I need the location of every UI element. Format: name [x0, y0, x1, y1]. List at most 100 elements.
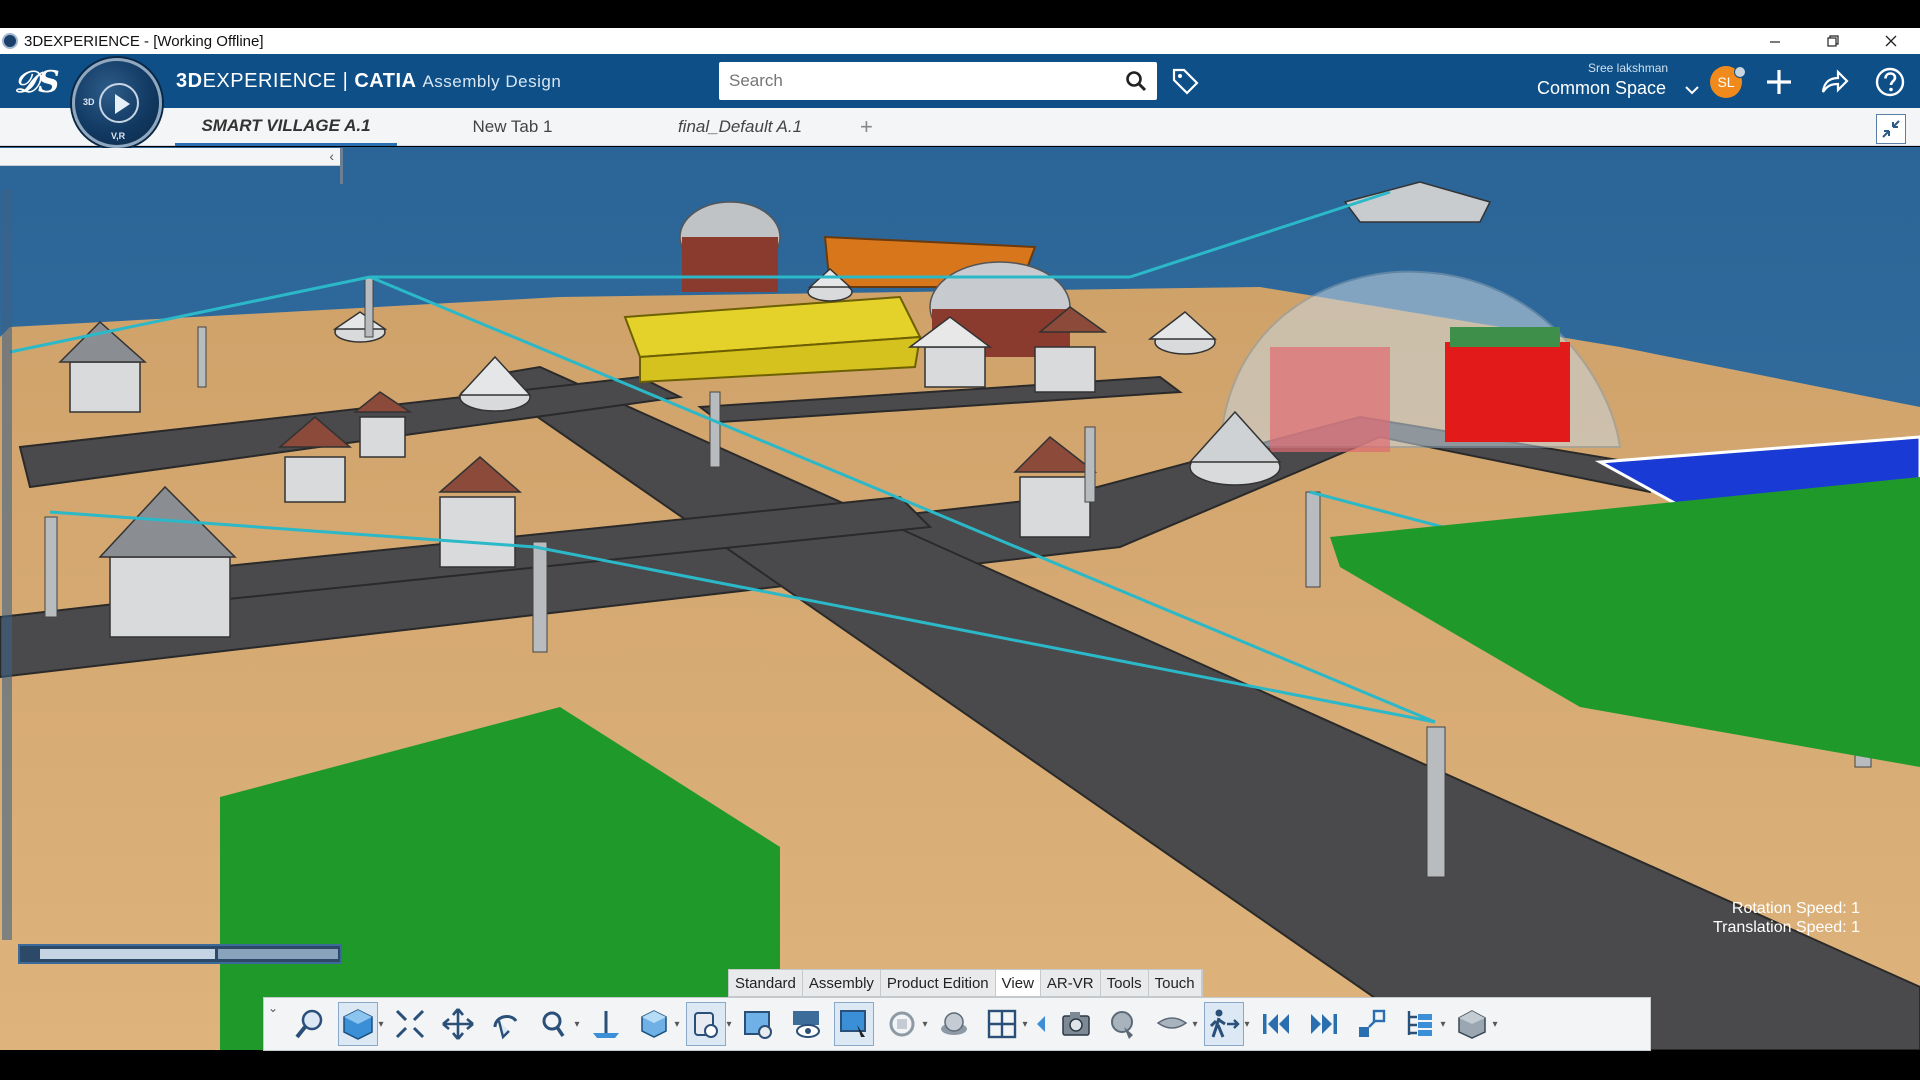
horizontal-scrollbar[interactable] [18, 944, 342, 964]
3dexperience-app-icon [2, 33, 18, 49]
view-mode-icon [744, 1011, 772, 1039]
last-frame-icon [1311, 1014, 1337, 1034]
dassault-logo-icon[interactable]: 𝒟S [14, 65, 60, 100]
section-view[interactable]: View [995, 970, 1041, 996]
tree-reorder-icon [1407, 1011, 1432, 1036]
ambient-occlusion-button[interactable] [882, 1002, 922, 1046]
brand-separator: | [336, 70, 355, 92]
zoom-button[interactable] [534, 1002, 574, 1046]
zoom-area-button[interactable] [290, 1002, 330, 1046]
catia-window: 3DEXPERIENCE - [Working Offline] 𝒟S 3DEX… [0, 0, 1920, 1080]
shading-button[interactable] [934, 1002, 974, 1046]
iso-view-icon [641, 1010, 667, 1038]
hide-show-button[interactable] [786, 1002, 826, 1046]
search-box[interactable] [719, 62, 1157, 100]
close-button[interactable] [1862, 28, 1920, 54]
multi-view-button[interactable] [982, 1002, 1022, 1046]
walk-icon [1209, 1009, 1240, 1038]
previous-icon [1037, 1016, 1045, 1032]
fullscreen-button[interactable] [1876, 114, 1906, 144]
search-icon[interactable] [1125, 70, 1147, 92]
view-cube-button[interactable] [338, 1002, 378, 1046]
capture-button[interactable] [1056, 1002, 1096, 1046]
tree-panel-header: ‹ [0, 148, 340, 166]
tab-final-default[interactable]: final_Default A.1 [650, 108, 830, 146]
view-mode-button[interactable] [738, 1002, 778, 1046]
scrollbar-track[interactable] [218, 949, 338, 959]
add-tab-icon[interactable]: + [860, 114, 873, 140]
pan-button[interactable] [438, 1002, 478, 1046]
action-bar-handle-icon[interactable]: ⌄ [268, 1001, 278, 1015]
compass-label-vr: V,R [111, 131, 126, 141]
first-frame-icon [1263, 1014, 1289, 1034]
minimize-icon [1770, 41, 1780, 43]
section-ar-vr[interactable]: AR-VR [1041, 970, 1101, 996]
component-button[interactable] [1452, 1002, 1492, 1046]
tab-bar: SMART VILLAGE A.1 New Tab 1 final_Defaul… [0, 108, 1920, 146]
hide-show-icon [793, 1011, 820, 1038]
section-assembly[interactable]: Assembly [803, 970, 881, 996]
fit-all-button[interactable] [390, 1002, 430, 1046]
action-bar: ⌄ ▾ ▾ ▾ ▾ ▾ ▾ ▾ ▾ ▾ ▾ [263, 997, 1651, 1051]
component-icon [1458, 1010, 1486, 1039]
tab-new-tab-1[interactable]: New Tab 1 [440, 108, 585, 146]
app-name: Assembly Design [422, 72, 562, 91]
status-dot [1734, 66, 1746, 78]
compass-widget[interactable]: 3D V,R [72, 58, 162, 148]
look-at-button[interactable] [1104, 1002, 1144, 1046]
pan-icon [442, 1008, 474, 1040]
window-titlebar: 3DEXPERIENCE - [Working Offline] [0, 28, 1920, 54]
vertical-scrollbar[interactable] [2, 190, 12, 940]
multi-view-icon [987, 1009, 1017, 1039]
help-icon[interactable] [1874, 66, 1906, 98]
scrollbar-thumb[interactable] [40, 949, 215, 959]
panel-separator[interactable] [340, 148, 343, 184]
iso-view-button[interactable] [634, 1002, 674, 1046]
user-name: Sree lakshman [1588, 61, 1669, 75]
look-at-icon [1111, 1011, 1133, 1039]
section-product-edition[interactable]: Product Edition [881, 970, 996, 996]
ambient-occlusion-icon [889, 1011, 915, 1037]
window-title: 3DEXPERIENCE - [Working Offline] [24, 32, 264, 50]
render-style-icon [694, 1012, 718, 1038]
tree-reorder-button[interactable] [1400, 1002, 1440, 1046]
rotate-button[interactable] [486, 1002, 526, 1046]
swap-visible-button[interactable] [834, 1002, 874, 1046]
swap-visible-icon [840, 1010, 866, 1037]
tab-smart-village[interactable]: SMART VILLAGE A.1 [175, 108, 397, 146]
first-frame-button[interactable] [1256, 1002, 1296, 1046]
zoom-icon [542, 1011, 565, 1037]
section-standard[interactable]: Standard [729, 970, 803, 996]
section-touch[interactable]: Touch [1149, 970, 1202, 996]
view-cube-icon [343, 1009, 373, 1040]
zoom-area-icon [295, 1009, 323, 1039]
3d-viewport[interactable]: Rotation Speed: 1 Translation Speed: 1 [0, 147, 1920, 1050]
brand-catia: CATIA [354, 70, 417, 92]
share-icon[interactable] [1818, 66, 1850, 98]
bottom-border [0, 1051, 1920, 1080]
normal-view-button[interactable] [586, 1002, 626, 1046]
close-icon [1885, 35, 1897, 47]
explode-icon [1359, 1009, 1386, 1037]
search-input[interactable] [729, 62, 1109, 100]
minimize-button[interactable] [1746, 28, 1804, 54]
collapse-tree-icon[interactable]: ‹ [329, 148, 334, 164]
tag-icon[interactable] [1170, 66, 1200, 96]
render-style-button[interactable] [686, 1002, 726, 1046]
village-scene[interactable] [0, 147, 1920, 1050]
space-selector[interactable]: Common Space [1537, 78, 1666, 99]
top-bar: 𝒟S 3DEXPERIENCE | CATIA Assembly Design S… [0, 54, 1920, 108]
previous-button[interactable] [1034, 1002, 1048, 1046]
fly-button[interactable] [1152, 1002, 1192, 1046]
chevron-down-icon[interactable] [1685, 85, 1699, 95]
restore-button[interactable] [1804, 28, 1862, 54]
shading-icon [941, 1012, 967, 1035]
walk-button[interactable] [1204, 1002, 1244, 1046]
section-tools[interactable]: Tools [1101, 970, 1149, 996]
action-bar-sections: Standard Assembly Product Edition View A… [728, 969, 1203, 997]
brand-3d: 3D [176, 70, 203, 92]
explode-button[interactable] [1352, 1002, 1392, 1046]
play-icon[interactable] [99, 83, 139, 123]
last-frame-button[interactable] [1304, 1002, 1344, 1046]
add-icon[interactable] [1763, 66, 1795, 98]
